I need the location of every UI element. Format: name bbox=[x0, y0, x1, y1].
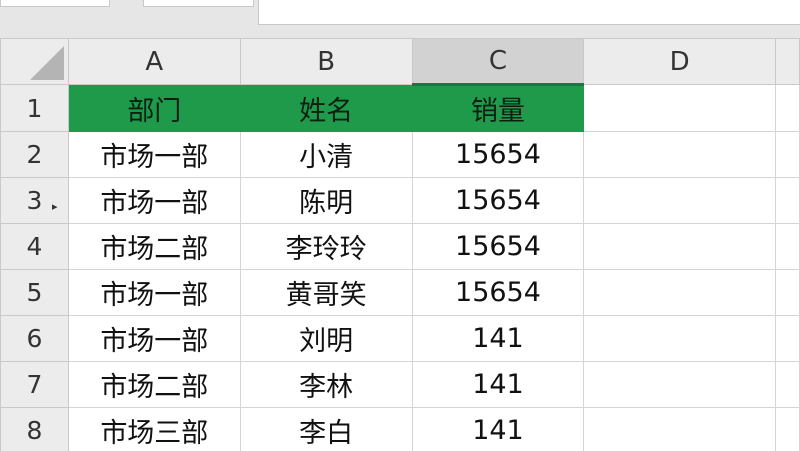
row-header[interactable]: 7 bbox=[0, 361, 69, 408]
select-all-triangle-icon bbox=[29, 46, 64, 80]
table-row: 7 市场二部 李林 141 bbox=[0, 361, 800, 408]
column-header-e[interactable] bbox=[775, 38, 800, 85]
spreadsheet-window: A B C D 1 部门 姓名 销量 2 市场一部 小清 15654 3 市场一… bbox=[0, 0, 800, 451]
cell-c1[interactable]: 销量 bbox=[411, 84, 585, 132]
cell-d6[interactable] bbox=[583, 315, 777, 362]
row-header[interactable]: 4 bbox=[0, 223, 69, 270]
table-row: 1 部门 姓名 销量 bbox=[0, 84, 800, 132]
row-header[interactable]: 5 bbox=[0, 269, 69, 316]
cell-d8[interactable] bbox=[583, 407, 777, 451]
cell-d4[interactable] bbox=[583, 223, 777, 270]
cell-e3[interactable] bbox=[775, 177, 800, 224]
formula-bar-input[interactable] bbox=[258, 0, 800, 25]
cell-a2[interactable]: 市场一部 bbox=[67, 131, 241, 178]
cell-a4[interactable]: 市场二部 bbox=[67, 223, 241, 270]
row-header[interactable]: 1 bbox=[0, 84, 69, 132]
cell-e5[interactable] bbox=[775, 269, 800, 316]
cell-b3[interactable]: 陈明 bbox=[239, 177, 413, 224]
row-header[interactable]: 2 bbox=[0, 131, 69, 178]
cell-e4[interactable] bbox=[775, 223, 800, 270]
cell-d7[interactable] bbox=[583, 361, 777, 408]
cell-d3[interactable] bbox=[583, 177, 777, 224]
cell-a1[interactable]: 部门 bbox=[67, 84, 241, 132]
cell-b7[interactable]: 李林 bbox=[239, 361, 413, 408]
cell-c3[interactable]: 15654 bbox=[411, 177, 585, 224]
cell-b8[interactable]: 李白 bbox=[239, 407, 413, 451]
cell-e6[interactable] bbox=[775, 315, 800, 362]
cell-b5[interactable]: 黄哥笑 bbox=[239, 269, 413, 316]
table-row: 8 市场三部 李白 141 bbox=[0, 407, 800, 451]
cell-d5[interactable] bbox=[583, 269, 777, 316]
cell-c8[interactable]: 141 bbox=[411, 407, 585, 451]
table-row: 6 市场一部 刘明 141 bbox=[0, 315, 800, 362]
cell-c7[interactable]: 141 bbox=[411, 361, 585, 408]
column-header-d[interactable]: D bbox=[583, 38, 777, 85]
column-header-b[interactable]: B bbox=[239, 38, 413, 85]
row-header[interactable]: 6 bbox=[0, 315, 69, 362]
column-header-row: A B C D bbox=[0, 38, 800, 86]
cell-d1[interactable] bbox=[583, 84, 777, 132]
row-header[interactable]: 8 bbox=[0, 407, 69, 451]
select-all-corner[interactable] bbox=[0, 38, 69, 85]
table-row: 3 市场一部 陈明 15654 bbox=[0, 177, 800, 224]
cell-c6[interactable]: 141 bbox=[411, 315, 585, 362]
cell-a3[interactable]: 市场一部 bbox=[67, 177, 241, 224]
function-box[interactable] bbox=[143, 0, 254, 7]
row-header[interactable]: 3 bbox=[0, 177, 69, 224]
name-box[interactable] bbox=[0, 0, 110, 7]
cell-b2[interactable]: 小清 bbox=[239, 131, 413, 178]
cell-e8[interactable] bbox=[775, 407, 800, 451]
cell-c4[interactable]: 15654 bbox=[411, 223, 585, 270]
cell-a5[interactable]: 市场一部 bbox=[67, 269, 241, 316]
cell-a6[interactable]: 市场一部 bbox=[67, 315, 241, 362]
cell-c5[interactable]: 15654 bbox=[411, 269, 585, 316]
toolbar-strip bbox=[0, 0, 800, 38]
table-row: 2 市场一部 小清 15654 bbox=[0, 131, 800, 178]
cell-e1[interactable] bbox=[775, 84, 800, 132]
cell-a8[interactable]: 市场三部 bbox=[67, 407, 241, 451]
cell-a7[interactable]: 市场二部 bbox=[67, 361, 241, 408]
cell-e2[interactable] bbox=[775, 131, 800, 178]
cell-b4[interactable]: 李玲玲 bbox=[239, 223, 413, 270]
cell-b1[interactable]: 姓名 bbox=[239, 84, 413, 132]
column-header-a[interactable]: A bbox=[67, 38, 241, 85]
table-row: 4 市场二部 李玲玲 15654 bbox=[0, 223, 800, 270]
cell-d2[interactable] bbox=[583, 131, 777, 178]
cell-e7[interactable] bbox=[775, 361, 800, 408]
mouse-cursor-icon: ▸ bbox=[52, 200, 58, 213]
table-row: 5 市场一部 黄哥笑 15654 bbox=[0, 269, 800, 316]
cell-c2[interactable]: 15654 bbox=[411, 131, 585, 178]
cell-b6[interactable]: 刘明 bbox=[239, 315, 413, 362]
sheet-grid: A B C D 1 部门 姓名 销量 2 市场一部 小清 15654 3 市场一… bbox=[0, 38, 800, 451]
column-header-c[interactable]: C bbox=[411, 38, 585, 86]
